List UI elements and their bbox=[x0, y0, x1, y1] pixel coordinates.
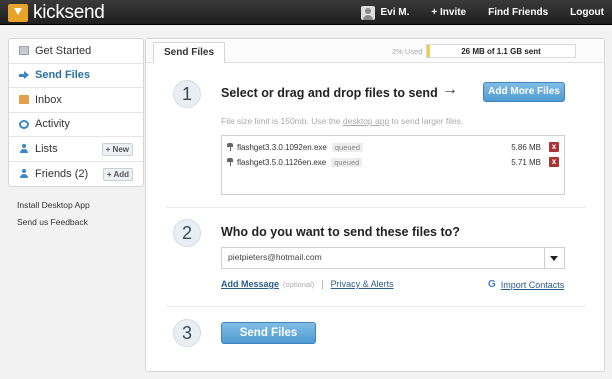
logo[interactable]: kicksend bbox=[8, 1, 105, 23]
limit-text-end: to send larger files. bbox=[389, 116, 464, 126]
file-queue-list[interactable]: flashget3.3.0.1092en.exe queued 5.86 MB … bbox=[221, 135, 565, 195]
logo-text: kicksend bbox=[33, 1, 105, 23]
usage-percent: 2% Used bbox=[392, 47, 423, 56]
status-badge: queued bbox=[331, 157, 363, 167]
sidebar-item-label: Lists bbox=[35, 142, 58, 155]
step-1-badge: 1 bbox=[173, 80, 201, 108]
person-icon bbox=[19, 169, 29, 179]
file-size: 5.71 MB bbox=[511, 157, 541, 167]
sidebar-item-get-started[interactable]: Get Started bbox=[9, 39, 143, 64]
avatar[interactable] bbox=[361, 5, 376, 20]
add-more-files-button[interactable]: Add More Files bbox=[483, 82, 565, 102]
find-friends-link[interactable]: Find Friends bbox=[488, 7, 548, 18]
sidebar: Get Started Send Files Inbox Activity Li… bbox=[8, 38, 144, 187]
sidebar-item-label: Inbox bbox=[35, 93, 62, 106]
remove-file-icon[interactable]: x bbox=[549, 142, 559, 152]
send-feedback-link[interactable]: Send us Feedback bbox=[17, 217, 90, 234]
tab-bar: Send Files 2% Used 26 MB of 1.1 GB sent bbox=[146, 39, 604, 63]
new-list-button[interactable]: + New bbox=[101, 143, 133, 156]
install-desktop-app-link[interactable]: Install Desktop App bbox=[17, 200, 90, 217]
add-message-link[interactable]: Add Message bbox=[221, 279, 279, 289]
file-name: flashget3.5.0.1126en.exe bbox=[237, 157, 327, 167]
desktop-app-link[interactable]: desktop app bbox=[343, 116, 389, 126]
separator: | bbox=[321, 279, 324, 289]
chevron-down-icon[interactable] bbox=[544, 248, 564, 268]
list-item: flashget3.5.0.1126en.exe queued 5.71 MB … bbox=[227, 155, 559, 169]
step-2-title: Who do you want to send these files to? bbox=[221, 225, 460, 239]
message-options: Add Message (optional) | Privacy & Alert… bbox=[221, 279, 394, 289]
sidebar-item-activity[interactable]: Activity bbox=[9, 113, 143, 137]
sidebar-item-send-files[interactable]: Send Files bbox=[9, 64, 143, 88]
usage-bar: 26 MB of 1.1 GB sent bbox=[426, 44, 576, 58]
send-files-panel: Send Files 2% Used 26 MB of 1.1 GB sent … bbox=[145, 38, 605, 372]
logout-link[interactable]: Logout bbox=[570, 7, 604, 18]
import-contacts-link[interactable]: Import Contacts bbox=[501, 280, 565, 290]
limit-text: File size limit is 150mb. Use the bbox=[221, 116, 343, 126]
tab-send-files[interactable]: Send Files bbox=[153, 42, 226, 63]
send-files-button[interactable]: Send Files bbox=[221, 322, 316, 344]
sidebar-item-label: Send Files bbox=[35, 69, 91, 82]
recipient-field[interactable]: pietpieters@hotmail.com bbox=[221, 247, 565, 269]
step-1-title: Select or drag and drop files to send bbox=[221, 86, 438, 100]
optional-label: (optional) bbox=[283, 279, 315, 289]
step-3-badge: 3 bbox=[173, 319, 201, 347]
sidebar-item-label: Friends (2) bbox=[35, 167, 89, 180]
user-name-link[interactable]: Evi M. bbox=[380, 7, 409, 18]
add-friend-button[interactable]: + Add bbox=[102, 167, 133, 181]
sidebar-item-inbox[interactable]: Inbox bbox=[9, 88, 143, 113]
top-bar: kicksend Evi M. + Invite Find Friends Lo… bbox=[0, 0, 612, 25]
file-size-limit-note: File size limit is 150mb. Use the deskto… bbox=[221, 116, 463, 126]
divider bbox=[166, 207, 586, 208]
recipient-email-input[interactable]: pietpieters@hotmail.com bbox=[228, 252, 322, 262]
pin-icon bbox=[227, 143, 233, 151]
divider bbox=[166, 306, 586, 307]
google-icon: G bbox=[488, 279, 496, 290]
step-2-badge: 2 bbox=[173, 219, 201, 247]
right-arrow-icon: → bbox=[442, 81, 458, 98]
import-contacts[interactable]: G Import Contacts bbox=[488, 279, 564, 290]
send-arrow-icon bbox=[19, 70, 29, 80]
sidebar-links: Install Desktop App Send us Feedback bbox=[17, 200, 90, 234]
sidebar-item-friends[interactable]: Friends (2) + Add bbox=[9, 162, 143, 187]
pin-icon bbox=[227, 158, 233, 166]
file-name: flashget3.3.0.1092en.exe bbox=[237, 142, 327, 152]
privacy-alerts-link[interactable]: Privacy & Alerts bbox=[331, 279, 394, 289]
usage-text: 26 MB of 1.1 GB sent bbox=[461, 47, 541, 56]
sidebar-item-label: Get Started bbox=[35, 44, 92, 57]
sidebar-item-lists[interactable]: Lists + New bbox=[9, 137, 143, 162]
sidebar-item-label: Activity bbox=[35, 118, 70, 131]
invite-link[interactable]: + Invite bbox=[431, 7, 466, 18]
file-size: 5.86 MB bbox=[511, 142, 541, 152]
remove-file-icon[interactable]: x bbox=[549, 157, 559, 167]
top-nav: Evi M. + Invite Find Friends Logout bbox=[361, 0, 604, 25]
status-badge: queued bbox=[331, 142, 363, 152]
activity-icon bbox=[19, 119, 29, 129]
person-icon bbox=[19, 144, 29, 154]
list-item: flashget3.3.0.1092en.exe queued 5.86 MB … bbox=[227, 140, 559, 154]
inbox-icon bbox=[19, 95, 29, 105]
get-started-icon bbox=[19, 46, 29, 56]
kicksend-logo-icon bbox=[8, 3, 28, 22]
